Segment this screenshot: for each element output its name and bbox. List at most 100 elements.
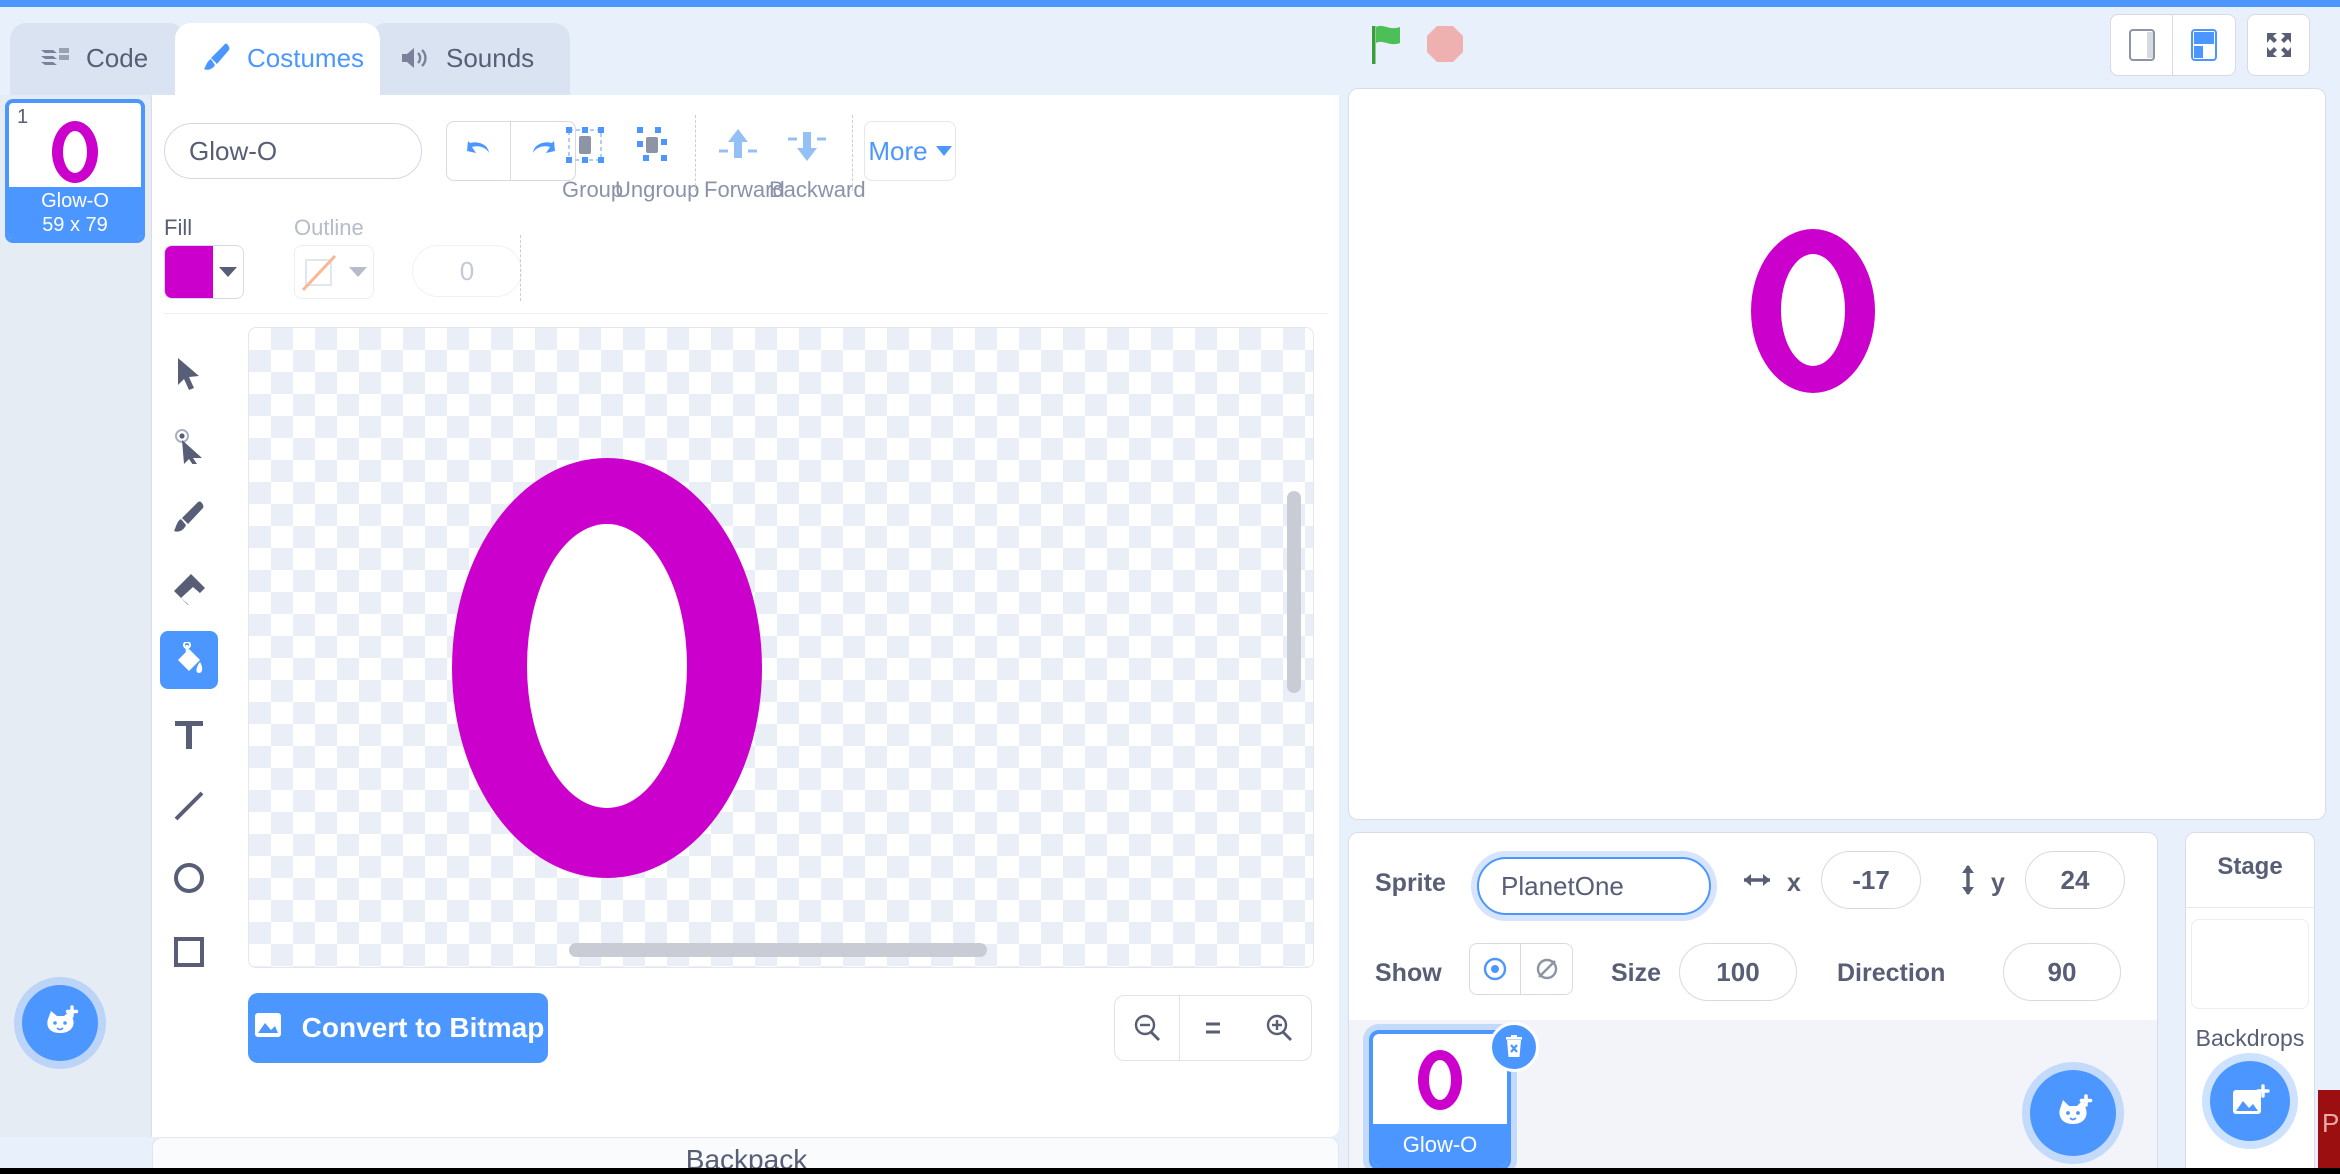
small-stage-icon[interactable] [2110,14,2173,76]
show-visible-icon[interactable] [1469,943,1521,995]
brush-tool[interactable] [160,489,218,547]
more-button[interactable]: More [864,121,956,181]
y-arrow-icon [1957,861,1979,904]
select-tool[interactable] [160,345,218,403]
forward-label: Forward [704,177,785,202]
brush-icon [203,43,233,73]
tab-code-label: Code [86,42,149,73]
backdrops-label: Backdrops [2195,1025,2305,1051]
canvas-vertical-scrollbar[interactable] [1287,491,1301,693]
canvas-zoom-controls [1114,995,1312,1061]
undo-redo-group [446,121,576,181]
costume-caption: Glow-O 59 x 79 [9,187,141,239]
large-stage-icon[interactable] [2173,14,2236,76]
text-tool[interactable] [160,705,218,763]
sprite-name-field-wrap [1471,851,1717,921]
y-label: y [1991,869,2005,897]
fill-tool[interactable] [160,631,218,689]
sprite-thumbnail [1373,1034,1507,1126]
sprite-name-input[interactable] [1477,857,1711,915]
tab-sounds[interactable]: Sounds [370,23,570,101]
outline-width-input[interactable]: 0 [412,245,522,297]
costume-list-panel: 1 Glow-O 59 x 79 [0,95,152,1137]
rectangle-tool[interactable] [160,923,218,981]
forward-icon[interactable] [715,125,761,169]
sprite-item-name: Glow-O [1373,1124,1507,1166]
show-toggle-group [1469,943,1573,995]
show-hidden-icon[interactable] [1521,943,1573,995]
delete-icon[interactable] [1489,1022,1539,1072]
direction-input[interactable]: 90 [2003,943,2121,1001]
stage-size-controls [2110,14,2310,76]
x-input[interactable]: -17 [1821,851,1921,909]
backward-label: Backward [769,177,866,202]
tab-code[interactable]: Code [10,23,185,101]
zoom-out-icon[interactable] [1114,995,1180,1061]
stage-thumbnail[interactable] [2191,919,2309,1009]
convert-label: Convert to Bitmap [301,1012,545,1043]
canvas-horizontal-scrollbar[interactable] [569,943,987,957]
add-sprite-icon[interactable] [2030,1070,2116,1156]
ungroup-label: Ungroup [615,177,700,202]
fullscreen-icon[interactable] [2247,14,2310,76]
outline-color-swatch[interactable] [294,245,374,299]
add-backdrop-icon[interactable] [2210,1061,2290,1141]
stop-sign-icon[interactable] [1425,24,1465,64]
group-icon[interactable] [562,125,608,169]
show-label: Show [1375,959,1442,987]
paint-editor: Group Ungroup [152,95,1339,1137]
line-tool[interactable] [160,777,218,835]
more-label: More [868,135,928,166]
outline-color-preview [295,246,343,298]
scratch-app: Code Costumes Sounds 1 Glow-O 59 x 79 Gl… [0,0,2340,1174]
paint-canvas[interactable] [248,327,1314,968]
direction-label: Direction [1837,959,1946,987]
zoom-in-icon[interactable] [1246,995,1312,1061]
eraser-tool[interactable] [160,561,218,619]
edge-panel: P [2318,1090,2340,1168]
fill-color-swatch[interactable] [164,245,244,299]
ungroup-icon[interactable] [628,125,674,169]
backward-icon[interactable] [784,125,830,169]
speaker-icon [398,43,432,73]
stage-preview[interactable] [1348,88,2326,820]
tab-costumes[interactable]: Costumes [175,23,380,101]
paint-toolbar-style: Fill Outline 0 [152,205,1339,313]
costume-name: Glow-O [41,190,109,212]
outline-label: Outline [294,215,364,240]
convert-to-bitmap-button[interactable]: Convert to Bitmap [248,993,548,1063]
tab-costumes-label: Costumes [247,42,365,73]
stage-title: Stage [2217,853,2283,880]
toolbar-divider [164,313,1327,314]
size-label: Size [1611,959,1662,987]
top-accent-strip [0,0,2340,7]
add-costume-icon[interactable] [22,985,98,1061]
tab-bar: Code Costumes Sounds [0,7,2340,101]
undo-icon[interactable] [446,121,511,181]
size-input[interactable]: 100 [1679,943,1797,1001]
stage-selector-panel: Stage Backdrops [2185,832,2315,1174]
x-label: x [1787,869,1801,897]
costume-list-item[interactable]: 1 Glow-O 59 x 79 [5,99,145,243]
stage-divider [2186,907,2314,908]
sprite-label: Sprite [1375,869,1446,897]
y-input[interactable]: 24 [2025,851,2125,909]
costume-name-input[interactable] [164,123,422,179]
tool-palette [152,327,224,1137]
outline-dropdown-icon[interactable] [343,246,373,298]
chevron-down-icon [935,146,952,156]
zoom-reset-icon[interactable] [1180,995,1246,1061]
fill-label: Fill [164,215,193,240]
costume-dimensions: 59 x 79 [42,214,108,236]
costume-thumbnail [9,109,141,195]
window-bottom-edge [0,1168,2340,1174]
fill-dropdown-icon[interactable] [213,246,243,298]
green-flag-icon[interactable] [1370,22,1408,66]
image-icon [252,1009,284,1048]
code-icon [38,43,72,73]
x-arrow-icon [1739,869,1775,896]
circle-tool[interactable] [160,849,218,907]
tab-sounds-label: Sounds [446,42,535,73]
reshape-tool[interactable] [160,417,218,475]
group-label: Group [562,177,624,202]
